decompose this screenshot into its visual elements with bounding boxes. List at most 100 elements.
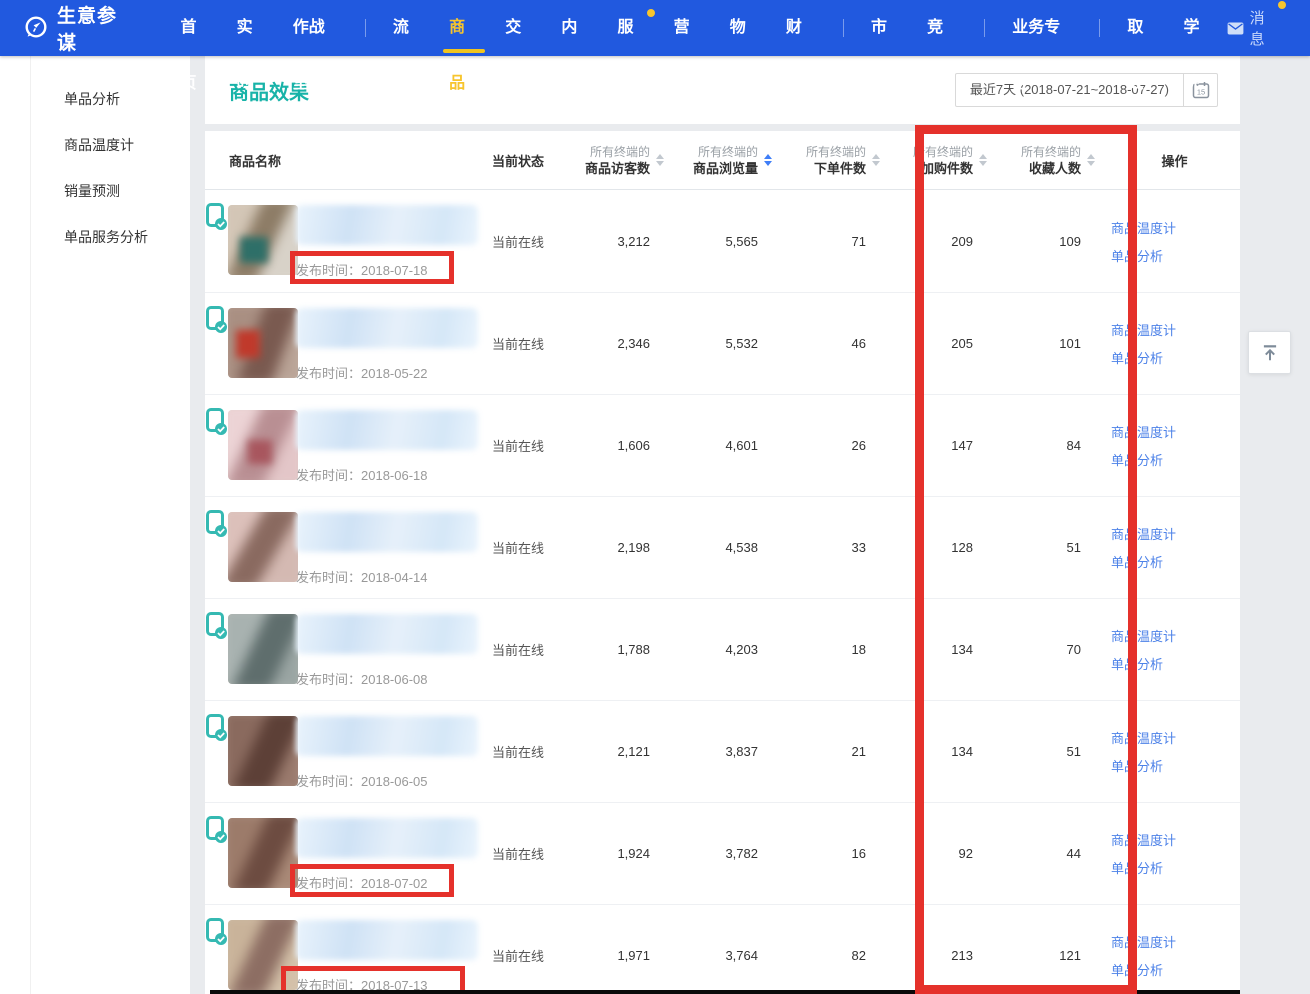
nav-item-服务[interactable]: 服务 [617, 0, 647, 56]
action-product-thermometer[interactable]: 商品温度计 [1111, 728, 1176, 747]
action-single-item-analysis[interactable]: 单品分析 [1111, 858, 1163, 877]
action-product-thermometer[interactable]: 商品温度计 [1111, 218, 1176, 237]
nav-item-业务专区[interactable]: 业务专区 [1012, 0, 1072, 56]
product-name-blurred[interactable] [296, 308, 478, 348]
nav-item-商品[interactable]: 商品 [449, 0, 479, 56]
product-cell[interactable]: 发布时间：2018-06-18 [205, 395, 480, 496]
nav-item-取数[interactable]: 取数 [1127, 0, 1157, 56]
action-product-thermometer[interactable]: 商品温度计 [1111, 932, 1176, 951]
messages-button[interactable]: 消息 [1227, 7, 1288, 49]
product-cell[interactable]: 发布时间：2018-06-08 [205, 599, 480, 700]
column-header-加购件数[interactable]: 所有终端的加购件数 [894, 144, 1001, 177]
action-product-thermometer[interactable]: 商品温度计 [1111, 422, 1176, 441]
nav-item-内容[interactable]: 内容 [561, 0, 591, 56]
brand[interactable]: 生意参谋 [22, 1, 134, 55]
cart-adds-cell: 128 [894, 497, 1001, 598]
action-single-item-analysis[interactable]: 单品分析 [1111, 348, 1163, 367]
nav-item-学院[interactable]: 学院 [1184, 0, 1214, 56]
date-range-selector[interactable]: 最近7天 (2018-07-21~2018-07-27) [955, 73, 1184, 107]
action-product-thermometer[interactable]: 商品温度计 [1111, 830, 1176, 849]
status-cell: 当前在线 [480, 190, 570, 292]
sidebar-item-单品服务分析[interactable]: 单品服务分析 [0, 214, 190, 260]
product-cell[interactable]: 发布时间：2018-05-22 [205, 293, 480, 394]
favorites-cell: 101 [1001, 293, 1109, 394]
product-image-blurred [228, 308, 298, 378]
product-cell[interactable]: 发布时间：2018-07-18 [205, 190, 480, 292]
orders-cell: 82 [786, 905, 894, 994]
cart-adds-cell: 147 [894, 395, 1001, 496]
main-content: 商品效果 最近7天 (2018-07-21~2018-07-27) 15 [205, 56, 1240, 994]
column-header-商品访客数[interactable]: 所有终端的商品访客数 [570, 144, 678, 177]
actions-cell: 商品温度计 单品分析 [1109, 803, 1240, 904]
orders-cell: 33 [786, 497, 894, 598]
product-cell[interactable]: 发布时间：2018-06-05 [205, 701, 480, 802]
sidebar-item-商品温度计[interactable]: 商品温度计 [0, 122, 190, 168]
nav-item-市场[interactable]: 市场 [871, 0, 901, 56]
action-single-item-analysis[interactable]: 单品分析 [1111, 246, 1163, 265]
sort-caret-icon[interactable] [1087, 154, 1095, 166]
product-cell[interactable]: 发布时间：2018-07-02 [205, 803, 480, 904]
column-header-下单件数[interactable]: 所有终端的下单件数 [786, 144, 894, 177]
favorites-cell: 121 [1001, 905, 1109, 994]
messages-label: 消息 [1250, 7, 1278, 49]
back-to-top-button[interactable] [1248, 331, 1291, 374]
mobile-online-icon [206, 714, 228, 742]
product-name-blurred[interactable] [296, 410, 478, 450]
action-product-thermometer[interactable]: 商品温度计 [1111, 524, 1176, 543]
nav-item-首页[interactable]: 首页 [181, 0, 211, 56]
column-header-商品名称: 商品名称 [205, 151, 480, 170]
mobile-online-icon [206, 816, 228, 844]
table-row: 发布时间：2018-06-05 当前在线 2,121 3,837 21 134 … [205, 700, 1240, 802]
views-cell: 4,601 [678, 395, 786, 496]
sort-caret-icon[interactable] [872, 154, 880, 166]
product-cell[interactable]: 发布时间：2018-04-14 [205, 497, 480, 598]
product-name-blurred[interactable] [296, 512, 478, 552]
sort-caret-icon[interactable] [656, 154, 664, 166]
cart-adds-cell: 134 [894, 701, 1001, 802]
table-row: 发布时间：2018-06-18 当前在线 1,606 4,601 26 147 … [205, 394, 1240, 496]
nav-item-财务[interactable]: 财务 [786, 0, 816, 56]
product-name-blurred[interactable] [296, 205, 478, 245]
product-name-blurred[interactable] [296, 614, 478, 654]
sort-caret-icon[interactable] [979, 154, 987, 166]
nav-item-作战室[interactable]: 作战室 [293, 0, 338, 56]
visitors-cell: 2,198 [570, 497, 678, 598]
product-name-blurred[interactable] [296, 920, 478, 960]
column-header-商品浏览量[interactable]: 所有终端的商品浏览量 [678, 144, 786, 177]
action-single-item-analysis[interactable]: 单品分析 [1111, 756, 1163, 775]
nav-divider [984, 19, 985, 37]
products-table: 商品名称当前状态所有终端的商品访客数所有终端的商品浏览量所有终端的下单件数所有终… [205, 131, 1240, 994]
orders-cell: 21 [786, 701, 894, 802]
status-cell: 当前在线 [480, 293, 570, 394]
nav-item-营销[interactable]: 营销 [674, 0, 704, 56]
nav-item-交易[interactable]: 交易 [505, 0, 535, 56]
nav-divider [365, 19, 366, 37]
nav-item-实时[interactable]: 实时 [237, 0, 267, 56]
action-product-thermometer[interactable]: 商品温度计 [1111, 626, 1176, 645]
product-cell[interactable]: 发布时间：2018-07-13 [205, 905, 480, 994]
nav-item-物流[interactable]: 物流 [730, 0, 760, 56]
sidebar-item-单品分析[interactable]: 单品分析 [0, 76, 190, 122]
column-header-操作: 操作 [1109, 151, 1240, 170]
product-name-blurred[interactable] [296, 716, 478, 756]
cart-adds-cell: 209 [894, 190, 1001, 292]
cart-adds-cell: 205 [894, 293, 1001, 394]
status-cell: 当前在线 [480, 599, 570, 700]
mobile-online-icon [206, 510, 228, 538]
brand-logo-icon [22, 15, 48, 41]
screen: 生意参谋 首页实时作战室 流量商品交易内容服务营销物流财务市场竞争业务专区取数学院… [0, 0, 1310, 994]
nav-item-竞争[interactable]: 竞争 [927, 0, 957, 56]
product-name-blurred[interactable] [296, 818, 478, 858]
action-single-item-analysis[interactable]: 单品分析 [1111, 654, 1163, 673]
sidebar-item-销量预测[interactable]: 销量预测 [0, 168, 190, 214]
sort-caret-icon[interactable] [764, 154, 772, 166]
action-product-thermometer[interactable]: 商品温度计 [1111, 320, 1176, 339]
action-single-item-analysis[interactable]: 单品分析 [1111, 450, 1163, 469]
table-header-row: 商品名称当前状态所有终端的商品访客数所有终端的商品浏览量所有终端的下单件数所有终… [205, 131, 1240, 190]
action-single-item-analysis[interactable]: 单品分析 [1111, 960, 1163, 979]
product-image-blurred [228, 818, 298, 888]
nav-item-流量[interactable]: 流量 [393, 0, 423, 56]
actions-cell: 商品温度计 单品分析 [1109, 190, 1240, 292]
action-single-item-analysis[interactable]: 单品分析 [1111, 552, 1163, 571]
column-header-收藏人数[interactable]: 所有终端的收藏人数 [1001, 144, 1109, 177]
